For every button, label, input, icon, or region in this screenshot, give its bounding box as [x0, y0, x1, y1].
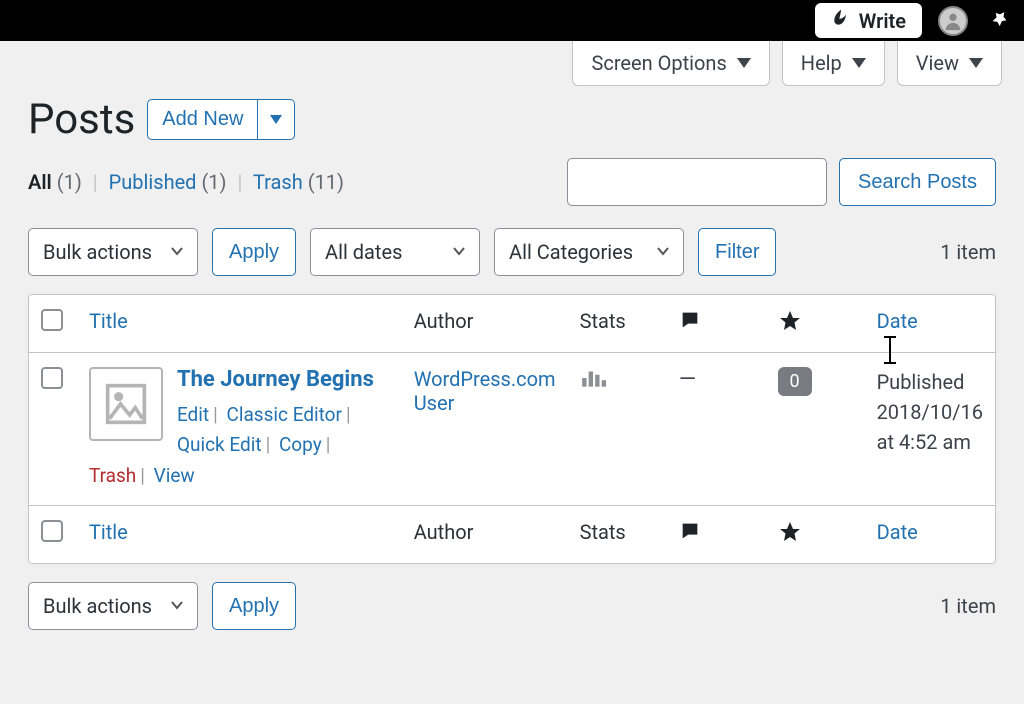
action-copy[interactable]: Copy	[279, 433, 322, 456]
avatar[interactable]	[938, 6, 968, 36]
add-new-button[interactable]: Add New	[147, 99, 258, 140]
table-header-row: Title Author Stats Date	[29, 295, 995, 353]
chevron-down-icon	[169, 240, 185, 264]
apply-bulk-button[interactable]: Apply	[212, 228, 296, 276]
date-published: Published 2018/10/16 at 4:52 am	[877, 367, 983, 457]
screen-options-label: Screen Options	[591, 51, 726, 75]
add-new-dropdown-toggle[interactable]	[258, 99, 295, 140]
action-view[interactable]: View	[154, 464, 195, 487]
leaf-icon	[831, 8, 851, 33]
top-admin-bar: Write	[0, 0, 1024, 41]
chevron-down-icon	[169, 594, 185, 618]
action-edit[interactable]: Edit	[177, 403, 209, 426]
action-classic-editor[interactable]: Classic Editor	[226, 403, 341, 426]
write-label: Write	[859, 9, 906, 33]
column-title-footer[interactable]: Title	[89, 520, 128, 544]
table-footer-row: Title Author Stats Date	[29, 505, 995, 563]
likes-count-badge: 0	[778, 367, 812, 396]
user-icon	[942, 10, 964, 32]
action-quick-edit[interactable]: Quick Edit	[177, 433, 262, 456]
chevron-down-icon	[655, 240, 671, 264]
help-label: Help	[801, 51, 842, 75]
column-author-footer: Author	[414, 520, 474, 544]
filter-button[interactable]: Filter	[698, 228, 776, 276]
author-link[interactable]: WordPress.com User	[414, 367, 556, 415]
chevron-down-icon	[969, 58, 983, 68]
star-icon	[778, 525, 802, 549]
comments-icon	[679, 523, 701, 547]
bulk-actions-select-bottom[interactable]: Bulk actions	[28, 582, 198, 630]
item-count-bottom: 1 item	[940, 594, 996, 618]
text-cursor-icon	[889, 337, 891, 363]
chevron-down-icon	[852, 58, 866, 68]
screen-options-tab[interactable]: Screen Options	[572, 41, 769, 86]
chevron-down-icon	[270, 115, 282, 124]
column-stats: Stats	[580, 309, 626, 333]
category-filter-select[interactable]: All Categories	[494, 228, 684, 276]
screen-meta-tabs: Screen Options Help View	[572, 41, 1002, 86]
add-new-group: Add New	[147, 99, 295, 140]
status-filter-links: All (1) | Published (1) | Trash (11)	[28, 170, 344, 194]
action-trash[interactable]: Trash	[89, 464, 136, 487]
column-title[interactable]: Title	[89, 309, 128, 333]
select-all-checkbox[interactable]	[41, 309, 63, 331]
row-checkbox[interactable]	[41, 367, 63, 389]
status-published[interactable]: Published (1)	[109, 170, 232, 194]
help-tab[interactable]: Help	[782, 41, 885, 86]
column-date[interactable]: Date	[877, 309, 918, 333]
column-author: Author	[414, 309, 474, 333]
column-stats-footer: Stats	[580, 520, 626, 544]
table-row: The Journey Begins Edit| Classic Editor|…	[29, 353, 995, 505]
chevron-down-icon	[737, 58, 751, 68]
search-posts-button[interactable]: Search Posts	[839, 158, 996, 206]
bulk-actions-select[interactable]: Bulk actions	[28, 228, 198, 276]
posts-table: Title Author Stats Date	[28, 294, 996, 564]
notifications-icon[interactable]	[984, 7, 1012, 35]
view-label: View	[916, 51, 959, 75]
thumbnail-placeholder	[89, 367, 163, 441]
apply-bulk-button-bottom[interactable]: Apply	[212, 582, 296, 630]
comments-icon	[679, 312, 701, 336]
chevron-down-icon	[451, 240, 467, 264]
view-tab[interactable]: View	[897, 41, 1002, 86]
select-all-checkbox-bottom[interactable]	[41, 520, 63, 542]
status-all[interactable]: All (1)	[28, 170, 87, 194]
date-filter-select[interactable]: All dates	[310, 228, 480, 276]
search-input[interactable]	[567, 158, 827, 206]
star-icon	[778, 314, 802, 338]
item-count-top: 1 item	[940, 240, 996, 264]
comments-count: —	[679, 367, 696, 392]
stats-bar-icon[interactable]	[580, 367, 606, 394]
status-trash[interactable]: Trash (11)	[253, 170, 344, 194]
column-date-footer[interactable]: Date	[877, 520, 918, 544]
page-title: Posts	[28, 95, 135, 144]
image-icon	[104, 382, 148, 426]
write-button[interactable]: Write	[815, 3, 922, 38]
